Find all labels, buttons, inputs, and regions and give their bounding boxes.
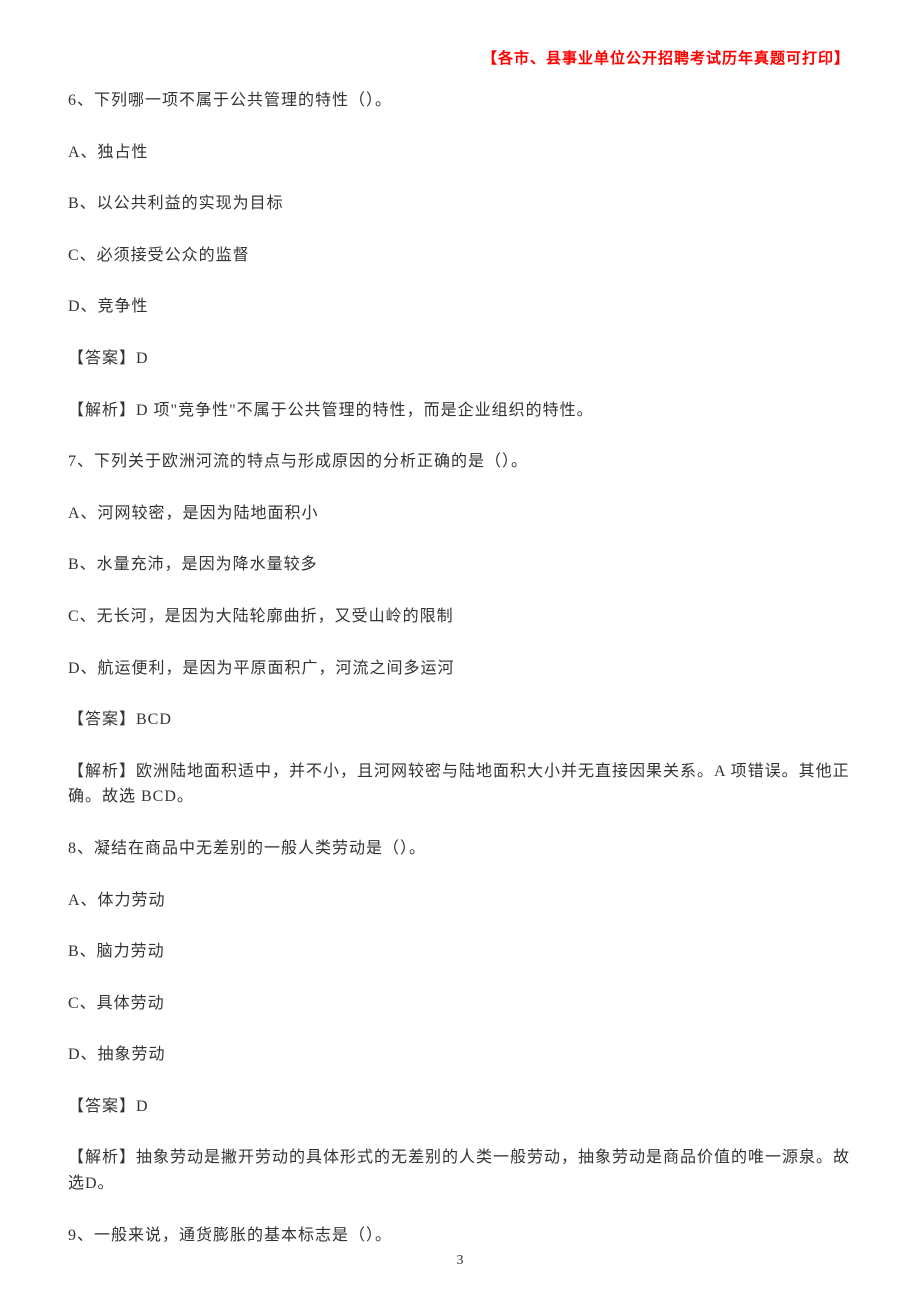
q7-answer: 【答案】BCD [68, 707, 852, 733]
q7-option-d: D、航运便利，是因为平原面积广，河流之间多运河 [68, 656, 852, 682]
q7-analysis: 【解析】欧洲陆地面积适中，并不小，且河网较密与陆地面积大小并无直接因果关系。A … [68, 759, 852, 810]
q7-option-a: A、河网较密，是因为陆地面积小 [68, 501, 852, 527]
q6-analysis: 【解析】D 项"竞争性"不属于公共管理的特性，而是企业组织的特性。 [68, 398, 852, 424]
document-header: 【各市、县事业单位公开招聘考试历年真题可打印】 [482, 47, 850, 68]
page-number: 3 [0, 1253, 920, 1269]
q7-option-b: B、水量充沛，是因为降水量较多 [68, 552, 852, 578]
q6-option-c: C、必须接受公众的监督 [68, 243, 852, 269]
q9-stem: 9、一般来说，通货膨胀的基本标志是（）。 [68, 1223, 852, 1249]
q8-answer: 【答案】D [68, 1094, 852, 1120]
q8-option-c: C、具体劳动 [68, 991, 852, 1017]
q6-option-d: D、竞争性 [68, 294, 852, 320]
q6-answer: 【答案】D [68, 346, 852, 372]
q7-stem: 7、下列关于欧洲河流的特点与形成原因的分析正确的是（）。 [68, 449, 852, 475]
document-content: 6、下列哪一项不属于公共管理的特性（）。 A、独占性 B、以公共利益的实现为目标… [68, 88, 852, 1248]
q6-stem: 6、下列哪一项不属于公共管理的特性（）。 [68, 88, 852, 114]
q8-stem: 8、凝结在商品中无差别的一般人类劳动是（）。 [68, 836, 852, 862]
q8-analysis: 【解析】抽象劳动是撇开劳动的具体形式的无差别的人类一般劳动，抽象劳动是商品价值的… [68, 1145, 852, 1196]
q8-option-a: A、体力劳动 [68, 888, 852, 914]
q8-option-b: B、脑力劳动 [68, 939, 852, 965]
q8-option-d: D、抽象劳动 [68, 1042, 852, 1068]
q6-option-b: B、以公共利益的实现为目标 [68, 191, 852, 217]
q6-option-a: A、独占性 [68, 140, 852, 166]
q7-option-c: C、无长河，是因为大陆轮廓曲折，又受山岭的限制 [68, 604, 852, 630]
